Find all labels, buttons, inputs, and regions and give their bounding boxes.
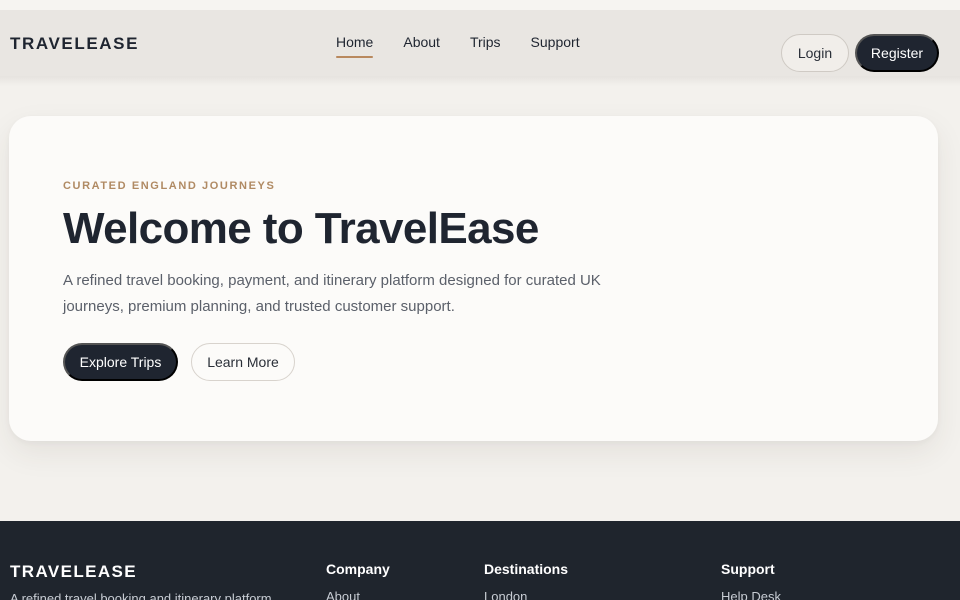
register-button[interactable]: Register [855,34,939,72]
top-strip [0,0,960,10]
footer-link-help-desk[interactable]: Help Desk [721,589,781,600]
footer-column-title: Support [721,561,775,577]
footer: TRAVELEASE A refined travel booking and … [0,521,960,600]
footer-column-destinations: Destinations London [484,561,568,600]
hero-card: CURATED ENGLAND JOURNEYS Welcome to Trav… [9,116,938,441]
login-button[interactable]: Login [781,34,849,72]
hero-description: A refined travel booking, payment, and i… [63,272,601,315]
brand-logo[interactable]: TRAVELEASE [10,34,139,54]
hero-eyebrow: CURATED ENGLAND JOURNEYS [63,180,276,192]
nav-link-trips[interactable]: Trips [470,34,501,56]
hero-title: Welcome to TravelEase [63,204,539,253]
nav-links: Home About Trips Support [336,34,580,58]
footer-tagline: A refined travel booking and itinerary p… [10,591,272,600]
footer-column-company: Company About [326,561,390,600]
explore-trips-button[interactable]: Explore Trips [63,343,178,381]
nav-link-support[interactable]: Support [531,34,580,56]
footer-column-support: Support Help Desk [721,561,781,600]
navbar: TRAVELEASE Home About Trips Support Logi… [0,10,960,76]
footer-link-london[interactable]: London [484,589,568,600]
learn-more-button[interactable]: Learn More [191,343,295,381]
footer-column-title: Destinations [484,561,569,577]
navbar-shadow [0,76,960,86]
nav-link-about[interactable]: About [403,34,440,56]
footer-column-title: Company [326,561,390,577]
footer-link-about[interactable]: About [326,589,390,600]
nav-link-home[interactable]: Home [336,34,374,58]
footer-brand: TRAVELEASE [10,562,138,581]
